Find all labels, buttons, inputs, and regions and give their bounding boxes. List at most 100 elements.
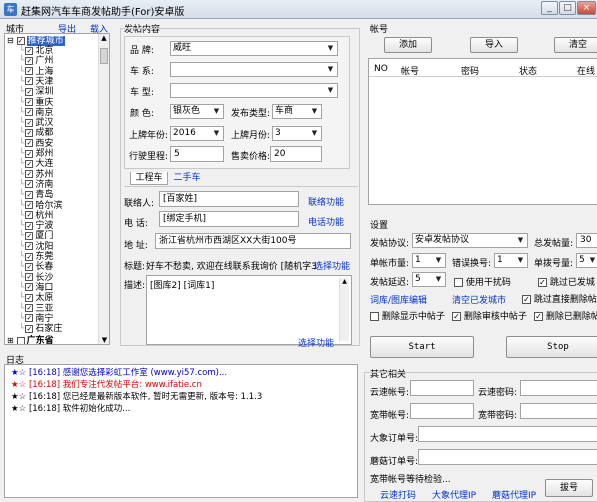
checkbox[interactable] [16,336,25,344]
del-show-option[interactable]: 删除显示中帖子 [370,309,445,322]
color-select[interactable]: 银灰色 ▼ [170,104,224,119]
city-checkbox[interactable]: ✓ [25,98,34,106]
tree-root[interactable]: ⊟ ✓ 推荐城市 [7,35,65,46]
import-account-button[interactable]: 导入 [470,37,518,53]
scroll-down-icon[interactable]: ▼ [99,336,109,344]
year-select[interactable]: 2016 ▼ [170,126,224,141]
contact-function-link[interactable]: 联络功能 [308,195,344,208]
skip-posted-option[interactable]: ✓ 跳过已发城 [538,275,595,288]
city-checkbox[interactable]: ✓ [25,273,34,282]
city-checkbox[interactable]: ✓ [25,293,34,302]
tree-scrollbar[interactable]: ▲ ▼ [98,34,109,344]
month-select[interactable]: 3 ▼ [272,126,322,141]
address-input[interactable]: 浙江省杭州市西湖区XX大街100号 [155,233,351,249]
phone-function-link[interactable]: 电话功能 [308,215,344,228]
clear-account-button[interactable]: 清空 [554,37,597,53]
clear-sent-link[interactable]: 清空已发城市 [452,293,506,306]
city-checkbox[interactable]: ✓ [25,242,34,251]
tab-used[interactable]: 二手车 [168,172,206,185]
city-checkbox[interactable]: ✓ [25,231,34,240]
skip-delete-option[interactable]: ✓ 跳过直接删除帖 [522,292,597,305]
skip-posted-checkbox[interactable]: ✓ [538,278,547,287]
cloud-acct-input[interactable] [410,380,474,396]
city-checkbox[interactable]: ✓ [25,128,34,137]
city-checkbox[interactable]: ✓ [25,211,34,220]
city-checkbox[interactable]: ✓ [25,252,34,261]
start-button[interactable]: Start [370,336,474,358]
maximize-button[interactable]: □ [559,1,576,15]
city-checkbox[interactable]: ✓ [25,283,34,292]
brand-select[interactable]: 威旺 ▼ [170,41,338,56]
del-show-checkbox[interactable] [370,312,379,321]
wide-acct-input[interactable] [410,403,474,419]
skip-delete-checkbox[interactable]: ✓ [522,295,531,304]
city-checkbox[interactable]: ✓ [25,87,34,96]
contact-input[interactable]: [百家姓] [159,191,299,207]
title-input[interactable]: 好车不愁卖, 欢迎在线联系我询价 [随机字3] [146,259,316,272]
desc-function-link[interactable]: 选择功能 [298,336,334,349]
scroll-thumb[interactable] [100,48,108,64]
gallery-edit-link[interactable]: 词库/图库编辑 [370,293,427,306]
desc-scrollbar[interactable]: ▲ [339,278,349,341]
city-checkbox[interactable]: ✓ [25,139,34,148]
city-checkbox[interactable]: ✓ [25,67,34,76]
log-panel[interactable]: ★☆ [16:18] 感谢您选择彩虹工作室 (www.yi57.com)... ★… [4,364,358,498]
type-select[interactable]: 车商 ▼ [272,104,322,119]
expand-icon[interactable]: ⊞ [7,336,14,344]
title-function-link[interactable]: 选择功能 [314,259,350,272]
del-deleted-option[interactable]: ✓ 删除已删除帖 [534,309,597,322]
scroll-up-icon[interactable]: ▲ [340,278,349,285]
collapse-icon[interactable]: ⊟ [7,36,14,45]
model-select[interactable]: ▼ [170,83,338,98]
city-checkbox[interactable]: ✓ [25,304,34,312]
city-checkbox[interactable]: ✓ [25,46,34,55]
price-input[interactable]: 20 [270,146,322,162]
city-checkbox[interactable]: ✓ [25,77,34,86]
del-review-option[interactable]: ✓ 删除审核中帖子 [452,309,527,322]
city-checkbox[interactable]: ✓ [25,221,34,230]
scroll-up-icon[interactable]: ▲ [99,34,109,42]
city-checkbox[interactable]: ✓ [25,324,34,333]
stop-button[interactable]: Stop [506,336,597,358]
city-checkbox[interactable]: ✓ [25,56,34,65]
dial-button[interactable]: 拔号 [545,479,593,497]
wide-pwd-input[interactable] [520,403,597,419]
desc-textarea[interactable]: [图库2] [词库1] ▲ [146,275,352,345]
dx-order-input[interactable] [418,426,597,442]
city-checkbox[interactable]: ✓ [25,108,34,117]
del-review-checkbox[interactable]: ✓ [452,312,461,321]
city-tree[interactable]: ⊟ ✓ 推荐城市 └ ✓ 北京 └ ✓ 广州 └ ✓ 上海 └ ✓ 天津 └ ✓ 深圳 └ ✓ 重庆 └ ✓ 南京 └ ✓ 武汉… [4,33,110,345]
total-input[interactable]: 30 [576,233,597,248]
err-select[interactable]: 1 ▼ [494,253,528,268]
mg-proxy-link[interactable]: 蘑菇代理IP [492,488,536,501]
dx-proxy-link[interactable]: 大象代理IP [432,488,476,501]
city-checkbox[interactable]: ✓ [25,118,34,127]
city-checkbox[interactable]: ✓ [25,159,34,168]
dial-select[interactable]: 5 ▼ [576,253,597,268]
mileage-input[interactable]: 5 [170,146,224,162]
tab-engineering[interactable]: 工程车 [130,172,168,185]
protocol-select[interactable]: 安卓发帖协议 ▼ [412,233,528,248]
series-select[interactable]: ▼ [170,62,338,77]
phone-input[interactable]: [绑定手机] [159,211,299,227]
tree-group-guangdong[interactable]: ⊞ 广东省 [7,335,54,344]
interfere-checkbox[interactable] [454,278,463,287]
interfere-option[interactable]: 使用干扰码 [454,275,511,288]
add-account-button[interactable]: 添加 [384,37,432,53]
city-checkbox[interactable]: ✓ [25,314,34,323]
city-checkbox[interactable]: ✓ [25,201,34,209]
cloud-captcha-link[interactable]: 云速打码 [380,488,416,501]
city-checkbox[interactable]: ✓ [25,149,34,158]
per-select[interactable]: 1 ▼ [412,253,446,268]
minimize-button[interactable]: _ [541,1,558,15]
city-checkbox[interactable]: ✓ [25,190,34,199]
city-checkbox[interactable]: ✓ [25,170,34,179]
city-item[interactable]: └ ✓ 石家庄 [19,324,62,335]
city-checkbox[interactable]: ✓ [25,180,34,189]
account-table[interactable]: NO 帐号 密码 状态 在线 [368,58,597,205]
close-button[interactable]: × [577,1,596,15]
city-checkbox[interactable]: ✓ [25,262,34,271]
checkbox[interactable]: ✓ [16,36,25,45]
cloud-pwd-input[interactable] [520,380,597,396]
delay-select[interactable]: 5 ▼ [412,272,446,287]
